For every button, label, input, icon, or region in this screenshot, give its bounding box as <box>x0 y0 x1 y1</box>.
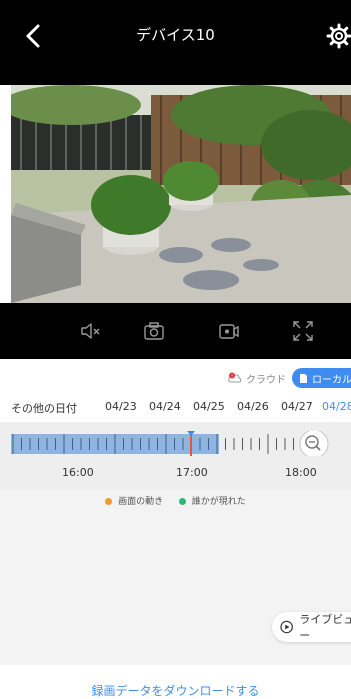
date-selector: その他の日付 04/23 04/24 04/25 04/26 04/27 04/… <box>0 400 351 416</box>
snapshot-button[interactable] <box>136 315 172 347</box>
legend-person: 誰かが現れた <box>178 497 246 507</box>
event-legend: 画面の動き 誰かが現れた <box>0 494 351 507</box>
legend-motion: 画面の動き <box>105 497 166 507</box>
local-label: ローカル <box>312 374 351 386</box>
page-title: デバイス10 <box>136 26 215 44</box>
play-circle-icon <box>280 620 293 634</box>
svg-text:!: ! <box>231 374 233 380</box>
fullscreen-button[interactable] <box>285 315 321 347</box>
time-label: 16:00 <box>62 466 94 479</box>
local-source-tab[interactable]: ローカル <box>292 368 351 388</box>
camera-video-frame <box>11 85 351 303</box>
record-button[interactable] <box>211 315 247 347</box>
live-view-button[interactable]: ライブビュー <box>272 612 351 642</box>
live-view-label: ライブビュー <box>299 613 351 642</box>
date-item[interactable]: 04/27 <box>281 400 313 413</box>
time-label: 17:00 <box>176 466 208 479</box>
mute-button[interactable] <box>73 315 109 347</box>
camera-icon <box>144 322 164 340</box>
fullscreen-icon <box>293 321 313 341</box>
cloud-label: クラウド <box>246 374 286 386</box>
gear-icon <box>326 23 351 49</box>
speaker-muted-icon <box>81 323 100 339</box>
date-other[interactable]: その他の日付 <box>11 400 77 416</box>
sd-card-icon <box>300 373 307 383</box>
download-recording-link[interactable]: 録画データをダウンロードする <box>0 682 351 699</box>
time-label: 18:00 <box>285 466 317 479</box>
cloud-source-tab[interactable]: ! クラウド <box>228 368 286 388</box>
video-player[interactable] <box>11 85 351 303</box>
date-item[interactable]: 04/25 <box>193 400 225 413</box>
date-item-selected[interactable]: 04/28 <box>322 400 351 413</box>
motion-dot-icon <box>105 498 113 505</box>
settings-button[interactable] <box>325 22 351 50</box>
video-controls <box>0 303 351 359</box>
video-record-icon <box>219 324 239 339</box>
person-dot-icon <box>178 498 186 505</box>
zoom-out-button[interactable] <box>300 430 330 460</box>
date-item[interactable]: 04/23 <box>105 400 137 413</box>
cloud-icon: ! <box>228 372 242 383</box>
date-item[interactable]: 04/26 <box>237 400 269 413</box>
date-item[interactable]: 04/24 <box>149 400 181 413</box>
